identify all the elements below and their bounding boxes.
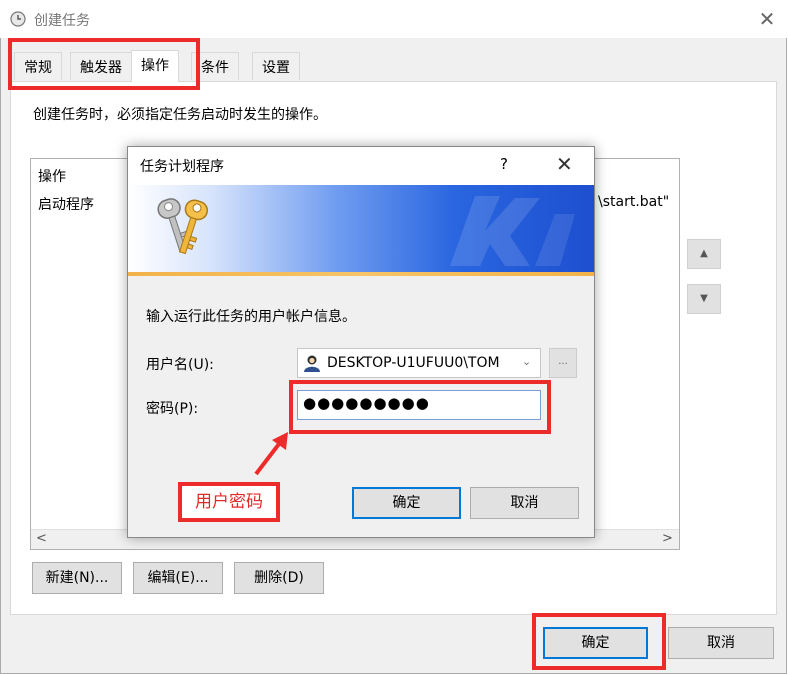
clock-icon <box>10 11 26 27</box>
tab-actions[interactable]: 操作 <box>131 50 179 82</box>
window-title: 创建任务 <box>34 13 90 29</box>
list-row-detail[interactable]: \start.bat" <box>598 194 669 210</box>
title-bar <box>0 0 787 38</box>
chevron-down-icon[interactable]: ⌄ <box>522 355 531 368</box>
annotation-label: 用户密码 <box>178 482 280 522</box>
move-down-button[interactable]: ▼ <box>687 284 721 314</box>
help-button[interactable]: ? <box>500 155 508 173</box>
keys-icon <box>157 198 209 255</box>
user-icon <box>304 355 320 372</box>
new-action-button[interactable]: 新建(N)... <box>32 562 122 594</box>
cancel-button[interactable]: 取消 <box>668 627 774 659</box>
dialog-ok-button[interactable]: 确定 <box>352 487 461 519</box>
dialog-close-button[interactable]: ✕ <box>556 152 573 176</box>
move-up-button[interactable]: ▲ <box>687 239 721 269</box>
username-label: 用户名(U): <box>146 357 214 373</box>
ok-highlight-box <box>532 613 666 670</box>
password-highlight-box <box>289 380 551 434</box>
browse-user-button[interactable]: ... <box>549 348 577 378</box>
arrow-up-icon: ▲ <box>700 248 708 259</box>
password-label: 密码(P): <box>146 401 199 417</box>
panel-description: 创建任务时，必须指定任务启动时发生的操作。 <box>33 107 327 123</box>
edit-action-button[interactable]: 编辑(E)... <box>133 562 223 594</box>
delete-action-button[interactable]: 删除(D) <box>234 562 324 594</box>
tab-settings[interactable]: 设置 <box>252 52 300 80</box>
dialog-prompt: 输入运行此任务的用户帐户信息。 <box>146 309 356 325</box>
scroll-right-icon[interactable]: > <box>662 531 673 546</box>
dialog-cancel-button[interactable]: 取消 <box>470 487 579 519</box>
dialog-title: 任务计划程序 <box>140 159 224 175</box>
scroll-left-icon[interactable]: < <box>36 531 47 546</box>
username-value[interactable]: DESKTOP-U1UFUU0\TOM <box>327 355 500 371</box>
arrow-down-icon: ▼ <box>700 293 708 304</box>
list-row-action[interactable]: 启动程序 <box>38 194 94 214</box>
banner-watermark-graphic <box>450 196 575 266</box>
annotation-arrow-icon <box>254 432 288 476</box>
close-button[interactable]: ✕ <box>756 8 778 30</box>
column-header-action[interactable]: 操作 <box>38 166 66 186</box>
